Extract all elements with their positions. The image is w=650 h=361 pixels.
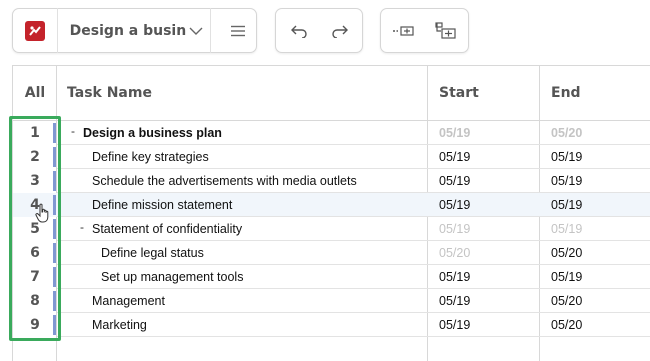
project-title[interactable]: Design a busin… (70, 23, 186, 39)
table-row[interactable]: 4 Define mission statement 05/19 05/19 (13, 193, 650, 217)
table-row[interactable]: 2 Define key strategies 05/19 05/19 (13, 145, 650, 169)
table-row[interactable]: 5 - Statement of confidentiality 05/19 0… (13, 217, 650, 241)
collapse-toggle[interactable]: - (80, 217, 84, 241)
row-number-selection-highlight (9, 116, 61, 341)
end-date[interactable]: 05/19 (551, 193, 582, 217)
outdent-icon[interactable] (381, 8, 424, 53)
task-name[interactable]: Schedule the advertisements with media o… (92, 169, 357, 193)
end-date[interactable]: 05/19 (551, 169, 582, 193)
start-date[interactable]: 05/19 (439, 145, 470, 169)
end-date[interactable]: 05/19 (551, 217, 582, 241)
end-date[interactable]: 05/20 (551, 241, 582, 265)
project-app-icon[interactable] (25, 20, 45, 41)
task-name[interactable]: Design a business plan (83, 121, 222, 145)
task-name[interactable]: Statement of confidentiality (92, 217, 242, 241)
start-date[interactable]: 05/20 (439, 241, 470, 265)
table-row[interactable]: 8 Management 05/19 05/20 (13, 289, 650, 313)
end-date[interactable]: 05/20 (551, 121, 582, 145)
table-row[interactable]: 9 Marketing 05/19 05/20 (13, 313, 650, 337)
task-grid: All Task Name Start End 1 - Design a bus… (12, 65, 650, 361)
start-date[interactable]: 05/19 (439, 289, 470, 313)
end-date[interactable]: 05/19 (551, 265, 582, 289)
hand-cursor-icon (35, 203, 51, 223)
task-name[interactable]: Marketing (92, 313, 147, 337)
collapse-toggle[interactable]: - (71, 121, 75, 145)
start-date[interactable]: 05/19 (439, 265, 470, 289)
end-date[interactable]: 05/20 (551, 289, 582, 313)
end-date[interactable]: 05/19 (551, 145, 582, 169)
task-name[interactable]: Define legal status (101, 241, 204, 265)
toolbar-divider (56, 8, 58, 53)
table-row[interactable]: 3 Schedule the advertisements with media… (13, 169, 650, 193)
table-row[interactable]: 6 Define legal status 05/20 05/20 (13, 241, 650, 265)
start-date[interactable]: 05/19 (439, 193, 470, 217)
chevron-down-icon[interactable] (188, 23, 204, 39)
task-name[interactable]: Define key strategies (92, 145, 209, 169)
redo-icon[interactable] (319, 8, 362, 53)
start-date[interactable]: 05/19 (439, 313, 470, 337)
end-date[interactable]: 05/20 (551, 313, 582, 337)
row-divider (57, 336, 650, 337)
table-row[interactable]: 7 Set up management tools 05/19 05/19 (13, 265, 650, 289)
header-all[interactable]: All (13, 66, 57, 120)
task-name[interactable]: Management (92, 289, 165, 313)
project-toolbar-group: Design a busin… (12, 8, 257, 53)
toolbar-divider (209, 8, 211, 53)
table-row[interactable]: 1 - Design a business plan 05/19 05/20 (13, 121, 650, 145)
task-name[interactable]: Set up management tools (101, 265, 243, 289)
header-task-name[interactable]: Task Name (67, 66, 152, 120)
header-end[interactable]: End (551, 66, 581, 120)
indent-toolbar-group (380, 8, 469, 53)
history-toolbar-group (275, 8, 363, 53)
header-start[interactable]: Start (439, 66, 479, 120)
indent-icon[interactable] (424, 8, 467, 53)
hamburger-menu-icon[interactable] (221, 8, 256, 53)
undo-icon[interactable] (276, 8, 319, 53)
start-date[interactable]: 05/19 (439, 121, 470, 145)
start-date[interactable]: 05/19 (439, 217, 470, 241)
start-date[interactable]: 05/19 (439, 169, 470, 193)
task-name[interactable]: Define mission statement (92, 193, 232, 217)
